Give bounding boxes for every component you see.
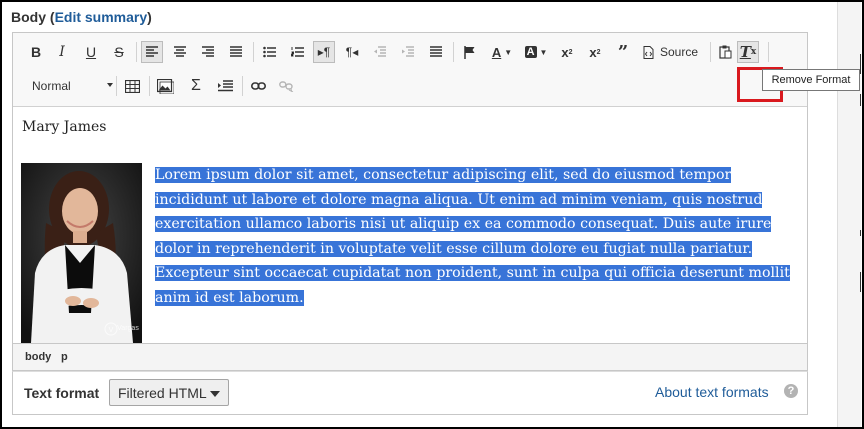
indent-icon <box>402 46 414 57</box>
edit-summary-link[interactable]: Edit summary <box>55 9 148 25</box>
quote-button[interactable]: ” <box>612 41 634 63</box>
body-field-label: Body (Edit summary) <box>11 9 152 25</box>
source-label: Source <box>660 45 699 59</box>
source-button[interactable]: Source <box>643 41 707 63</box>
math-button[interactable]: Σ <box>185 75 207 97</box>
blockquote-icon <box>430 46 442 57</box>
outdent-button[interactable] <box>369 41 391 63</box>
numbered-list-button[interactable] <box>286 41 308 63</box>
table-icon <box>124 79 140 93</box>
chevron-down-icon <box>107 83 113 87</box>
link-icon <box>250 82 266 90</box>
ltr-direction-button[interactable]: ▸¶ <box>313 41 335 63</box>
remove-format-icon: T <box>739 43 751 61</box>
about-text-formats-link[interactable]: About text formats <box>655 384 769 400</box>
align-center-button[interactable] <box>169 41 191 63</box>
align-center-icon <box>174 46 186 57</box>
flag-icon <box>464 45 475 59</box>
paragraph-line: Excepteur sint occaecat cupidatat non pr… <box>155 265 790 281</box>
paragraph-line: Lorem ipsum dolor sit amet, consectetur … <box>155 167 732 183</box>
editor-toolbar: B I U S ▸¶ ¶◂ A ▼ A ▼ x 2 x 2 ” Source T… <box>13 33 807 107</box>
link-button[interactable] <box>247 75 269 97</box>
anchor-button[interactable] <box>459 41 481 63</box>
sigma-icon: Σ <box>191 77 201 94</box>
underline-button[interactable]: U <box>80 41 102 63</box>
remove-format-tooltip: Remove Format <box>762 69 860 91</box>
clipboard-icon <box>718 45 731 59</box>
italic-button[interactable]: I <box>51 41 73 63</box>
outdent-icon <box>374 46 386 57</box>
bold-button[interactable]: B <box>25 41 47 63</box>
text-format-row: Text format Filtered HTML About text for… <box>12 371 808 415</box>
portrait-image: V Vargas <box>21 163 142 343</box>
author-name: Mary James <box>22 119 107 135</box>
text-color-icon: A <box>491 44 502 60</box>
align-right-button[interactable] <box>197 41 219 63</box>
numbered-list-icon <box>290 47 304 57</box>
blockquote-button[interactable] <box>425 41 447 63</box>
text-format-select[interactable]: Filtered HTML <box>109 379 229 406</box>
justify-button[interactable] <box>225 41 247 63</box>
paste-button[interactable] <box>714 41 736 63</box>
rich-text-editor: B I U S ▸¶ ¶◂ A ▼ A ▼ x 2 x 2 ” Source T… <box>12 32 808 344</box>
paragraph-line: dolor in reprehenderit in voluptate veli… <box>155 240 753 257</box>
text-format-value: Filtered HTML <box>118 385 207 401</box>
path-item-body[interactable]: body <box>25 351 51 363</box>
right-panel-edge <box>837 2 861 427</box>
justify-icon <box>230 46 242 57</box>
image-icon <box>156 78 174 94</box>
svg-text:V: V <box>109 327 114 334</box>
superscript-button[interactable]: x2 <box>556 41 578 63</box>
bulleted-list-button[interactable] <box>258 41 280 63</box>
paragraph-format-select[interactable]: Normal <box>25 75 113 97</box>
table-button[interactable] <box>121 75 143 97</box>
paragraph-line: anim id est laborum. <box>155 289 304 306</box>
author-photo: V Vargas <box>21 163 142 343</box>
background-color-icon: A <box>524 46 537 58</box>
align-left-button[interactable] <box>141 41 163 63</box>
text-color-button[interactable]: A ▼ <box>487 41 517 63</box>
body-label-text: Body <box>11 9 46 25</box>
editor-content[interactable]: Mary James V Vargas Lorem ipsum dolor si… <box>13 107 807 343</box>
subscript-button[interactable]: x2 <box>584 41 606 63</box>
chevron-down-icon <box>210 391 220 397</box>
path-item-p[interactable]: p <box>61 351 68 363</box>
paragraph-insert-icon <box>217 80 233 92</box>
text-format-label: Text format <box>24 385 100 401</box>
strikethrough-button[interactable]: S <box>108 41 130 63</box>
insert-paragraph-button[interactable] <box>214 75 236 97</box>
paragraph-format-value: Normal <box>32 79 71 93</box>
rtl-direction-button[interactable]: ¶◂ <box>341 41 363 63</box>
selected-paragraph: Lorem ipsum dolor sit amet, consectetur … <box>155 163 805 310</box>
align-left-icon <box>146 46 158 57</box>
unlink-button[interactable] <box>275 75 297 97</box>
help-icon[interactable]: ? <box>784 384 798 398</box>
element-path-bar: body p <box>12 344 808 371</box>
image-button[interactable] <box>154 75 176 97</box>
paragraph-line: exercitation ullamco laboris nisi ut ali… <box>155 216 772 232</box>
remove-format-button[interactable]: Tx <box>737 41 759 63</box>
source-icon <box>643 45 654 59</box>
indent-button[interactable] <box>397 41 419 63</box>
align-right-icon <box>202 46 214 57</box>
unlink-icon <box>278 81 293 92</box>
background-color-button[interactable]: A ▼ <box>521 41 551 63</box>
photo-watermark: Vargas <box>117 325 139 332</box>
paragraph-line: incididunt ut labore et dolore magna ali… <box>155 191 763 208</box>
bulleted-list-icon <box>262 46 276 58</box>
